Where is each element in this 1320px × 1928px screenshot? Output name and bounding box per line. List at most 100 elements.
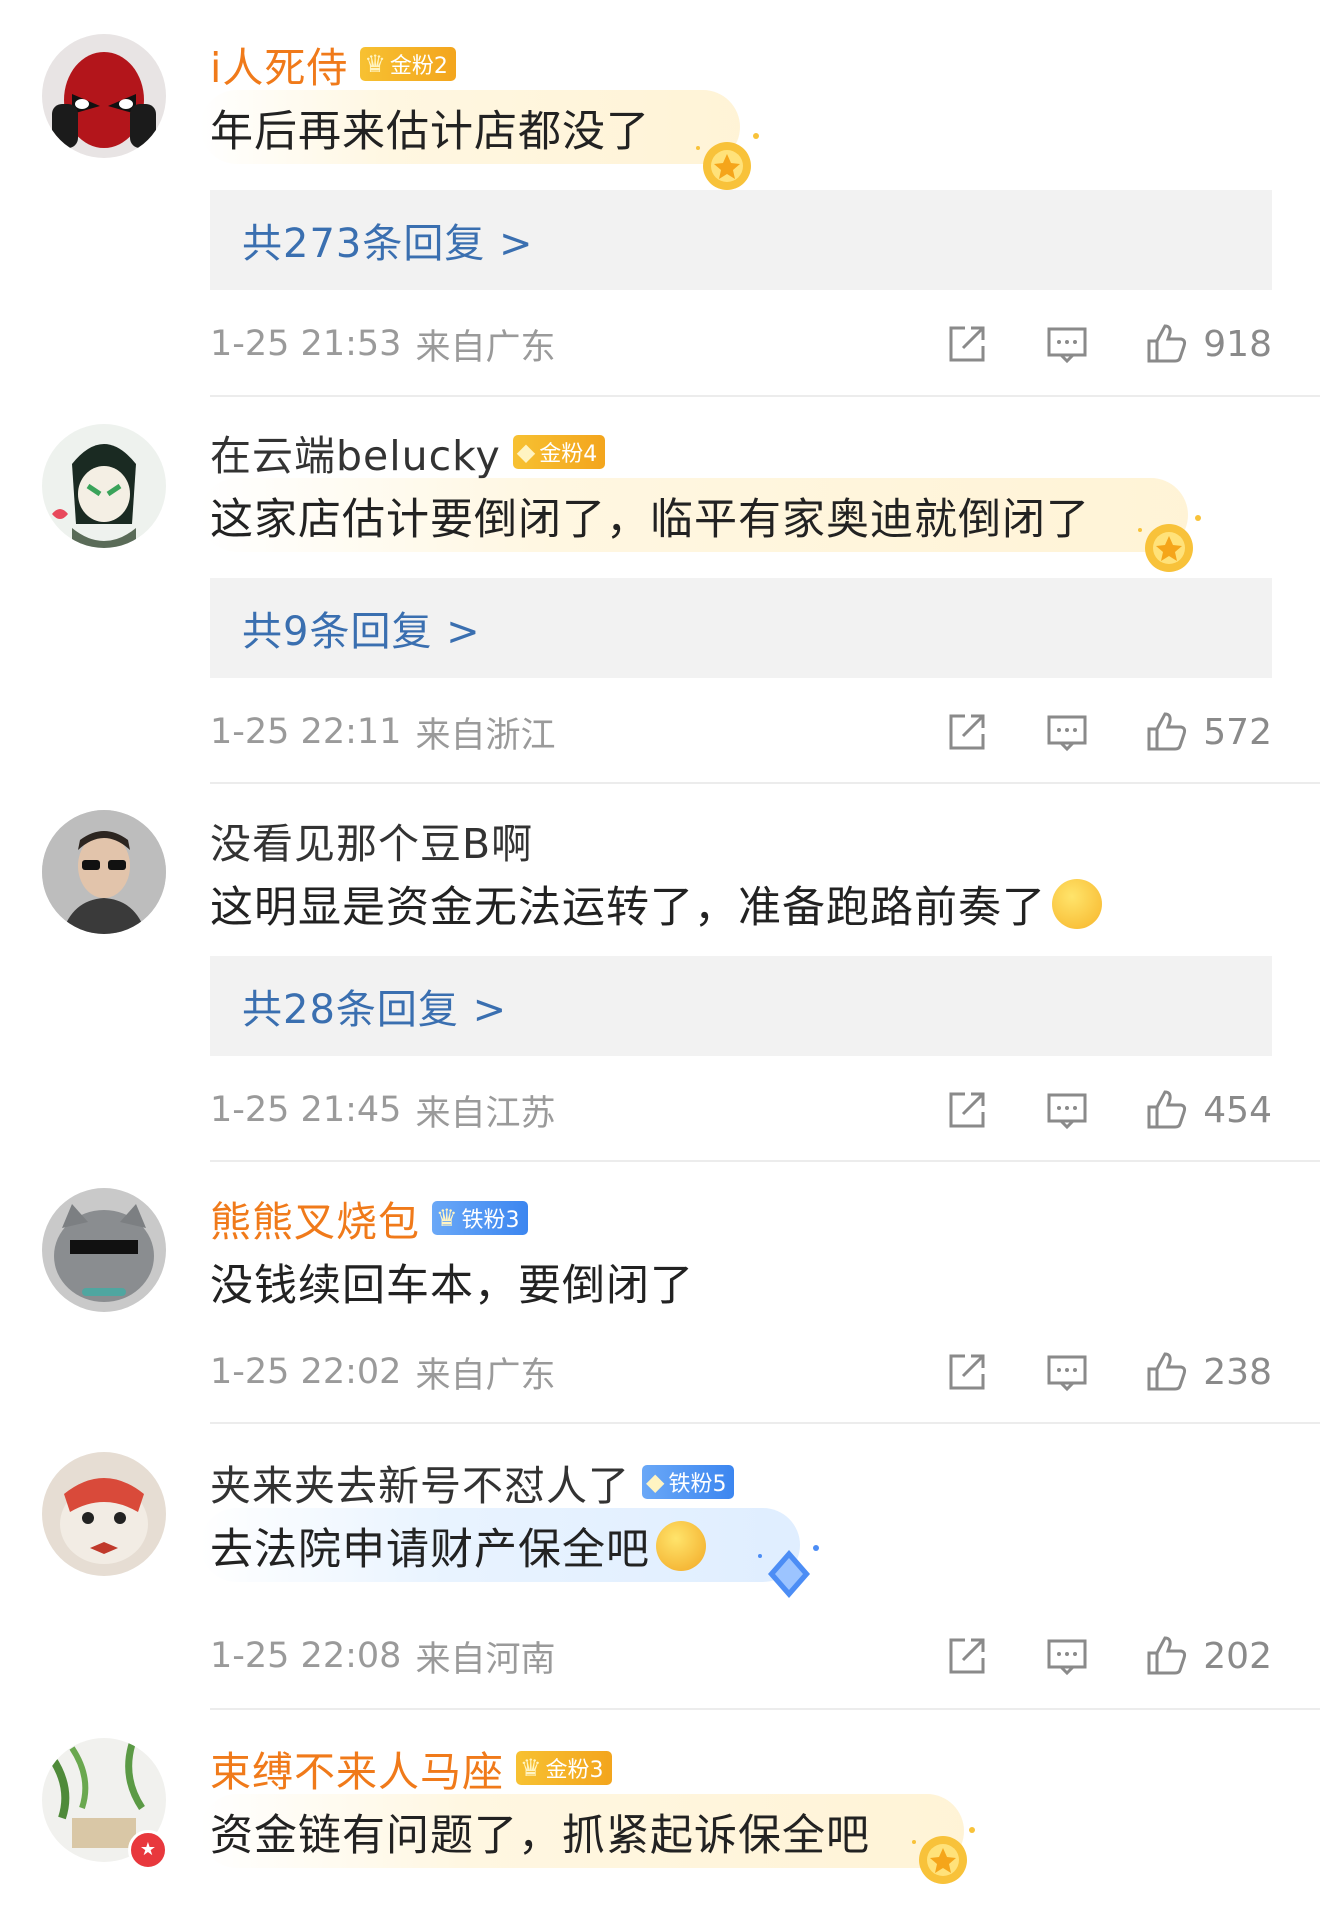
username[interactable]: 没看见那个豆B啊 — [210, 810, 533, 870]
timestamp: 1-25 22:08 — [210, 1636, 402, 1676]
location: 来自河南 — [415, 1639, 556, 1680]
comment-text: 去法院申请财产保全吧 — [210, 1516, 706, 1576]
crown-icon: ♛ — [364, 50, 386, 78]
comment-text-content: 年后再来估计店都没了 — [210, 107, 650, 157]
verified-badge-icon: ★ — [128, 1830, 168, 1870]
comment-icon[interactable] — [1045, 1350, 1089, 1394]
divider — [210, 782, 1320, 784]
share-icon[interactable] — [945, 1350, 989, 1394]
location: 来自浙江 — [415, 715, 556, 756]
action-bar: 572 — [945, 702, 1272, 762]
location: 来自江苏 — [415, 1093, 556, 1134]
comment-text-content: 这家店估计要倒闭了，临平有家奥迪就倒闭了 — [210, 495, 1090, 545]
fan-badge[interactable]: ♛ 铁粉3 — [432, 1201, 528, 1235]
comment-text-content: 没钱续回车本，要倒闭了 — [210, 1261, 694, 1311]
timestamp: 1-25 21:53 — [210, 324, 402, 364]
fan-badge-label: 金粉3 — [545, 1758, 604, 1783]
meta-row: 1-25 21:53 来自广东 918 — [210, 314, 1272, 374]
username-row: 在云端belucky ◆ 金粉4 — [210, 422, 606, 482]
thumbs-up-icon[interactable] — [1145, 1350, 1189, 1394]
fan-badge[interactable]: ♛ 金粉3 — [516, 1751, 612, 1785]
medal-icon — [1138, 515, 1201, 572]
username-row: 没看见那个豆B啊 — [210, 812, 533, 868]
fan-badge[interactable]: ♛ 金粉2 — [360, 47, 456, 81]
drooling-emoji-icon — [1052, 879, 1102, 929]
share-icon[interactable] — [945, 710, 989, 754]
username[interactable]: 束缚不来人马座 — [210, 1738, 504, 1798]
comment-icon[interactable] — [1045, 1088, 1089, 1132]
like-count: 238 — [1203, 1351, 1272, 1393]
like-count: 202 — [1203, 1635, 1272, 1677]
comment-icon[interactable] — [1045, 710, 1089, 754]
comment-text: 这家店估计要倒闭了，临平有家奥迪就倒闭了 — [210, 486, 1090, 546]
action-bar: 454 — [945, 1080, 1272, 1140]
replies-box[interactable]: 共28条回复 > — [210, 956, 1272, 1056]
location: 来自广东 — [415, 1355, 556, 1396]
meta-row: 1-25 22:08 来自河南 202 — [210, 1626, 1272, 1686]
view-replies-link[interactable]: 共28条回复 > — [242, 977, 507, 1035]
username-row: 束缚不来人马座 ♛ 金粉3 — [210, 1740, 612, 1796]
action-bar: 918 — [945, 314, 1272, 374]
share-icon[interactable] — [945, 322, 989, 366]
fan-badge[interactable]: ◆ 铁粉5 — [642, 1465, 735, 1499]
divider — [210, 1422, 1320, 1424]
comment-text-content: 去法院申请财产保全吧 — [210, 1525, 650, 1575]
fan-badge-label: 金粉4 — [539, 442, 598, 467]
like-count: 918 — [1203, 323, 1272, 365]
laugh-cry-emoji-icon — [656, 1521, 706, 1571]
fan-badge[interactable]: ◆ 金粉4 — [512, 435, 606, 469]
comment-text-content: 这明显是资金无法运转了，准备跑路前奏了 — [210, 883, 1046, 933]
thumbs-up-icon[interactable] — [1145, 1634, 1189, 1678]
comment-icon[interactable] — [1045, 322, 1089, 366]
crown-icon: ♛ — [520, 1754, 542, 1782]
share-icon[interactable] — [945, 1088, 989, 1132]
divider — [210, 1708, 1320, 1710]
username-row: 熊熊叉烧包 ♛ 铁粉3 — [210, 1190, 528, 1246]
thumbs-up-icon[interactable] — [1145, 1088, 1189, 1132]
thumbs-up-icon[interactable] — [1145, 322, 1189, 366]
username-row: i人死侍 ♛ 金粉2 — [210, 36, 456, 92]
comment-text: 资金链有问题了，抓紧起诉保全吧 — [210, 1802, 870, 1862]
username[interactable]: 在云端belucky — [210, 422, 501, 482]
timestamp: 1-25 22:02 — [210, 1352, 402, 1392]
share-icon[interactable] — [945, 1634, 989, 1678]
replies-box[interactable]: 共9条回复 > — [210, 578, 1272, 678]
thumbs-up-icon[interactable] — [1145, 710, 1189, 754]
avatar[interactable] — [42, 810, 166, 934]
crown-icon: ♛ — [436, 1204, 458, 1232]
avatar[interactable] — [42, 34, 166, 158]
fan-badge-label: 金粉2 — [389, 54, 448, 79]
timestamp: 1-25 22:11 — [210, 712, 402, 752]
action-bar: 238 — [945, 1342, 1272, 1402]
comment-text: 没钱续回车本，要倒闭了 — [210, 1252, 694, 1312]
diamond-medal-icon — [758, 1545, 819, 1598]
action-bar: 202 — [945, 1626, 1272, 1686]
username-row: 夹来夹去新号不怼人了 ◆ 铁粉5 — [210, 1452, 735, 1512]
avatar[interactable] — [42, 1452, 166, 1576]
crown-icon: ◆ — [516, 438, 536, 466]
view-replies-link[interactable]: 共9条回复 > — [242, 599, 481, 657]
username[interactable]: 夹来夹去新号不怼人了 — [210, 1452, 630, 1512]
meta-row: 1-25 22:11 来自浙江 572 — [210, 702, 1272, 762]
fan-badge-label: 铁粉5 — [668, 1472, 727, 1497]
meta-row: 1-25 22:02 来自广东 238 — [210, 1342, 1272, 1402]
avatar[interactable] — [42, 424, 166, 548]
divider — [210, 395, 1320, 397]
comment-icon[interactable] — [1045, 1634, 1089, 1678]
username[interactable]: i人死侍 — [210, 34, 348, 94]
username[interactable]: 熊熊叉烧包 — [210, 1188, 420, 1248]
replies-box[interactable]: 共273条回复 > — [210, 190, 1272, 290]
meta-row: 1-25 21:45 来自江苏 454 — [210, 1080, 1272, 1140]
comment-text: 这明显是资金无法运转了，准备跑路前奏了 — [210, 874, 1102, 934]
comment-text: 年后再来估计店都没了 — [210, 98, 650, 158]
diamond-icon: ◆ — [646, 1468, 665, 1496]
timestamp: 1-25 21:45 — [210, 1090, 402, 1130]
divider — [210, 1160, 1320, 1162]
medal-icon — [912, 1827, 975, 1884]
view-replies-link[interactable]: 共273条回复 > — [242, 211, 534, 269]
avatar[interactable] — [42, 1188, 166, 1312]
fan-badge-label: 铁粉3 — [461, 1208, 520, 1233]
like-count: 572 — [1203, 711, 1272, 753]
location: 来自广东 — [415, 327, 556, 368]
comment-text-content: 资金链有问题了，抓紧起诉保全吧 — [210, 1811, 870, 1861]
